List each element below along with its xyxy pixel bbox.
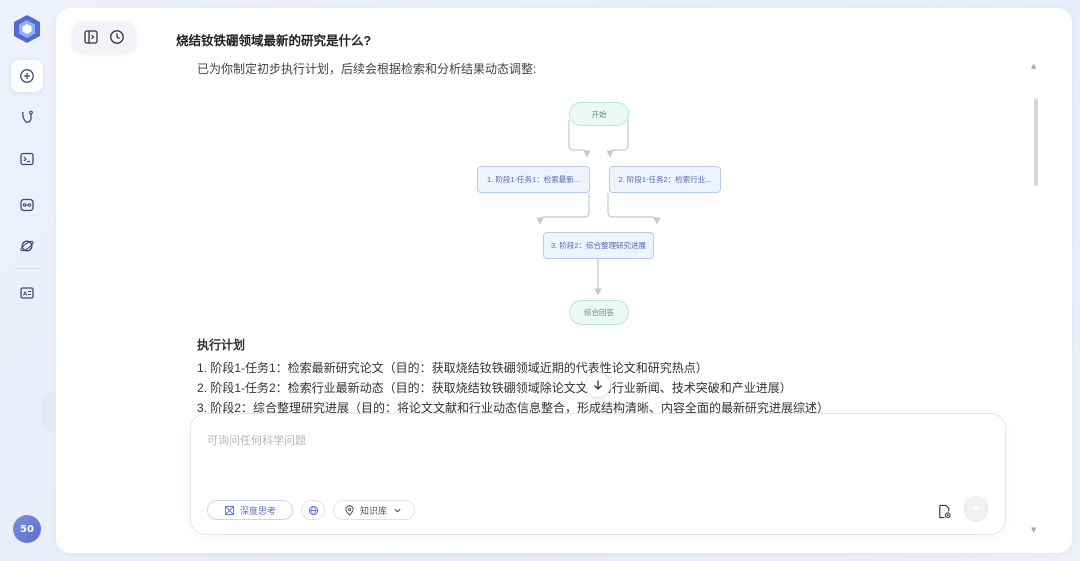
attach-file-button[interactable] bbox=[935, 502, 953, 520]
planet-button[interactable] bbox=[11, 230, 43, 262]
sidebar-collapse-tab[interactable] bbox=[42, 392, 54, 432]
deep-think-label: 深度思考 bbox=[239, 505, 276, 516]
terminal-icon bbox=[20, 152, 34, 166]
avatar[interactable]: 50 bbox=[13, 515, 41, 543]
plan-title: 执行计划 bbox=[197, 338, 246, 352]
knowledge-base-dropdown[interactable]: 知识库 bbox=[333, 500, 415, 520]
scroll-to-bottom-button[interactable] bbox=[585, 372, 611, 398]
toggle-sidebar-button[interactable] bbox=[81, 27, 101, 47]
id-card-button[interactable]: A bbox=[11, 277, 43, 309]
chat-composer: 深度思考 知识库 bbox=[190, 413, 1006, 535]
new-chat-icon bbox=[20, 69, 34, 83]
file-attach-icon bbox=[938, 504, 951, 518]
planet-icon bbox=[20, 240, 34, 252]
new-chat-button[interactable] bbox=[11, 60, 43, 92]
scroll-up-arrow[interactable]: ▲ bbox=[1031, 62, 1036, 70]
flow-node-task1[interactable]: 1. 阶段1-任务1：检索最新... bbox=[477, 166, 590, 193]
flow-node-start[interactable]: 开始 bbox=[569, 102, 629, 126]
deep-think-button[interactable]: 深度思考 bbox=[207, 500, 293, 520]
svg-text:A: A bbox=[23, 292, 28, 298]
flow-connectors bbox=[536, 120, 661, 296]
scroll-down-arrow[interactable]: ▼ bbox=[1031, 526, 1036, 534]
plan-item-1: 1. 阶段1-任务1：检索最新研究论文（目的：获取烧结钕铁硼领域近期的代表性论文… bbox=[197, 361, 708, 375]
app-logo[interactable] bbox=[13, 14, 41, 44]
chevron-down-icon bbox=[394, 508, 401, 513]
flow-node-task3[interactable]: 3. 阶段2：综合整理研究进展 bbox=[543, 232, 654, 259]
main-panel: 烧结钕铁硼领域最新的研究是什么? 已为你制定初步执行计划，后续会根据检索和分析结… bbox=[56, 8, 1072, 553]
sidebar-toggle-icon bbox=[84, 30, 98, 44]
scrollbar-thumb[interactable] bbox=[1034, 98, 1038, 186]
terminal-button[interactable] bbox=[11, 143, 43, 175]
send-button[interactable] bbox=[963, 496, 989, 522]
plan-intro-text: 已为你制定初步执行计划，后续会根据检索和分析结果动态调整: bbox=[197, 62, 537, 76]
flow-node-end[interactable]: 综合回答 bbox=[569, 300, 629, 325]
plan-item-2: 2. 阶段1-任务2：检索行业最新动态（目的：获取烧结钕铁硼领域除论文文外的行业… bbox=[197, 381, 792, 395]
sidebar: A 50 bbox=[0, 0, 54, 561]
question-title: 烧结钕铁硼领域最新的研究是什么? bbox=[176, 34, 372, 48]
flow-node-task2[interactable]: 2. 阶段1-任务2：检索行业... bbox=[609, 166, 721, 193]
plan-flow-diagram: 开始 1. 阶段1-任务1：检索最新... 2. 阶段1-任务2：检索行业...… bbox=[456, 90, 756, 330]
sidebar-divider bbox=[14, 268, 40, 269]
location-pin-icon bbox=[345, 504, 354, 516]
deep-think-icon bbox=[224, 505, 235, 515]
agent-icon bbox=[22, 110, 33, 123]
id-card-icon: A bbox=[20, 287, 34, 299]
globe-icon bbox=[308, 505, 318, 515]
question-input[interactable] bbox=[207, 432, 967, 482]
clock-icon bbox=[110, 30, 124, 44]
arrow-down-icon bbox=[594, 380, 602, 390]
top-toolbar bbox=[72, 22, 136, 52]
model-icon bbox=[20, 198, 34, 212]
agent-button[interactable] bbox=[11, 101, 43, 133]
web-search-toggle[interactable] bbox=[301, 500, 325, 520]
send-arrow-icon bbox=[972, 504, 980, 513]
model-button[interactable] bbox=[11, 189, 43, 221]
knowledge-base-label: 知识库 bbox=[360, 505, 388, 516]
history-button[interactable] bbox=[107, 27, 127, 47]
